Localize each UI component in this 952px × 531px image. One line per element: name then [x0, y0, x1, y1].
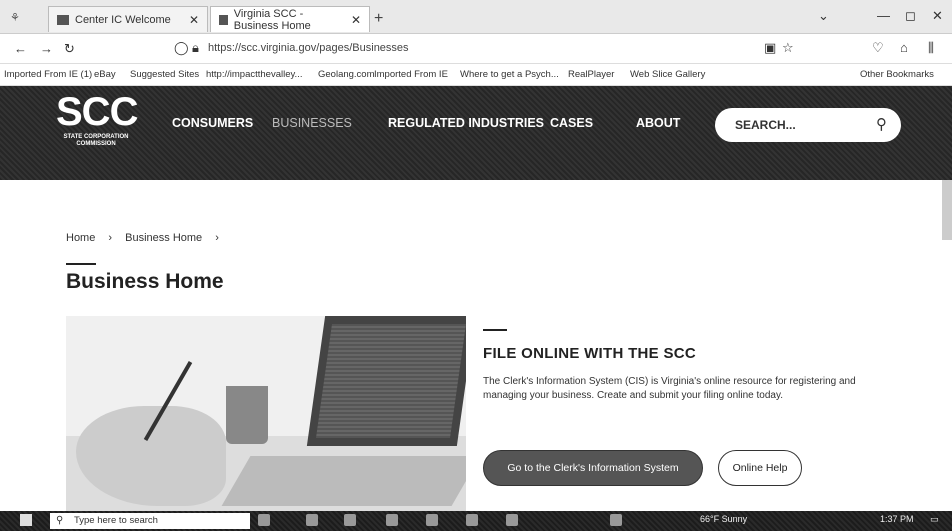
- library-icon[interactable]: ⫼: [928, 40, 934, 56]
- title-divider: [66, 263, 96, 265]
- online-help-button[interactable]: Online Help: [718, 450, 802, 486]
- bookmark-item[interactable]: Where to get a Psych...: [460, 69, 559, 80]
- close-window-icon[interactable]: ✕: [932, 8, 943, 24]
- workspaces-icon[interactable]: ⚘: [10, 11, 24, 24]
- shield-icon[interactable]: ◯: [174, 40, 189, 56]
- section-divider: [483, 329, 507, 331]
- chevron-right-icon: ›: [215, 232, 219, 244]
- reader-view-icon[interactable]: ▣: [764, 40, 776, 56]
- back-arrow-icon[interactable]: ←: [14, 41, 27, 56]
- bookmarks-bar: Imported From IE (1) eBay Suggested Site…: [0, 64, 952, 86]
- nav-cases[interactable]: CASES: [550, 116, 593, 130]
- address-bar: ← → ↻ ◯ 🔒︎ https://scc.virginia.gov/page…: [0, 34, 952, 64]
- bookmark-item[interactable]: Geolang.com: [318, 69, 375, 80]
- logo-sub-text: STATE CORPORATION COMMISSION: [63, 134, 129, 147]
- bookmark-item[interactable]: Suggested Sites: [130, 69, 199, 80]
- pocket-icon[interactable]: ♡: [872, 40, 884, 56]
- laptop-shape: [306, 316, 466, 446]
- tab-favicon-icon: [57, 14, 69, 25]
- site-header: SCC STATE CORPORATION COMMISSION CONSUME…: [0, 86, 952, 180]
- home-icon[interactable]: ⌂: [900, 40, 908, 55]
- close-icon[interactable]: ✕: [343, 13, 361, 27]
- tab-virginia-scc[interactable]: Virginia SCC - Business Home ✕: [210, 6, 370, 32]
- tab-favicon-icon: [219, 14, 228, 25]
- windows-start-icon[interactable]: [20, 514, 32, 526]
- new-tab-icon[interactable]: +: [374, 10, 383, 28]
- breadcrumb: Home › Business Home ›: [66, 232, 229, 244]
- go-to-cis-button[interactable]: Go to the Clerk's Information System: [483, 450, 703, 486]
- keyboard-shape: [221, 456, 466, 506]
- chrome-icon[interactable]: [506, 514, 518, 526]
- maximize-icon[interactable]: ◻: [905, 8, 916, 24]
- breadcrumb-business-home[interactable]: Business Home: [125, 232, 202, 244]
- tab-label: Virginia SCC - Business Home: [233, 7, 311, 32]
- store-icon[interactable]: [386, 514, 398, 526]
- taskbar-search[interactable]: ⚲ Type here to search: [50, 513, 250, 529]
- cup-shape: [226, 386, 268, 444]
- url-field[interactable]: https://scc.virginia.gov/pages/Businesse…: [208, 42, 409, 54]
- app-icon[interactable]: [610, 514, 622, 526]
- search-icon: ⚲: [56, 515, 64, 526]
- bookmark-item[interactable]: Imported From IE: [374, 69, 448, 80]
- breadcrumb-home[interactable]: Home: [66, 232, 95, 244]
- search-input[interactable]: SEARCH...: [735, 118, 796, 132]
- task-view-icon[interactable]: [258, 514, 270, 526]
- section-body: The Clerk's Information System (CIS) is …: [483, 376, 856, 401]
- bookmark-item[interactable]: http://impactthevalley...: [206, 69, 302, 80]
- section-title: FILE ONLINE WITH THE SCC: [483, 345, 697, 362]
- tab-center-ic[interactable]: Center IC Welcome ✕: [48, 6, 208, 32]
- bookmark-item[interactable]: eBay: [94, 69, 116, 80]
- chevron-down-icon[interactable]: ⌄: [818, 8, 829, 24]
- chevron-right-icon: ›: [108, 232, 113, 244]
- page-title: Business Home: [66, 270, 224, 293]
- notification-icon[interactable]: ▭: [930, 514, 939, 525]
- reload-icon[interactable]: ↻: [64, 41, 75, 57]
- browser-tab-bar: ⚘ Center IC Welcome ✕ Virginia SCC - Bus…: [0, 0, 952, 34]
- screen: ⚘ Center IC Welcome ✕ Virginia SCC - Bus…: [0, 0, 952, 531]
- taskbar: ⚲ Type here to search 66°F Sunny 1:37 PM…: [0, 511, 952, 531]
- nav-businesses[interactable]: BUSINESSES: [272, 116, 352, 130]
- close-icon[interactable]: ✕: [181, 13, 199, 27]
- lock-icon[interactable]: 🔒︎: [192, 40, 199, 56]
- page-scrollbar[interactable]: [942, 180, 952, 240]
- nav-about[interactable]: ABOUT: [636, 116, 680, 130]
- clock-time[interactable]: 1:37 PM: [880, 514, 914, 524]
- weather-status[interactable]: 66°F Sunny: [700, 514, 747, 524]
- logo-main-text: SCC: [56, 90, 138, 134]
- tab-label: Center IC Welcome: [75, 13, 171, 26]
- site-search[interactable]: SEARCH... ⚲: [715, 108, 901, 142]
- scc-logo[interactable]: SCC STATE CORPORATION COMMISSION: [56, 90, 138, 148]
- file-explorer-icon[interactable]: [344, 514, 356, 526]
- bookmark-item[interactable]: Imported From IE (1): [4, 69, 92, 80]
- mail-icon[interactable]: [426, 514, 438, 526]
- minimize-icon[interactable]: —: [877, 8, 890, 23]
- hero-image: [66, 316, 466, 516]
- bookmark-item[interactable]: Web Slice Gallery: [630, 69, 705, 80]
- bookmark-item[interactable]: RealPlayer: [568, 69, 614, 80]
- nav-regulated-industries[interactable]: REGULATED INDUSTRIES: [388, 116, 544, 130]
- bookmark-item[interactable]: Other Bookmarks: [860, 69, 934, 80]
- firefox-icon[interactable]: [466, 514, 478, 526]
- nav-consumers[interactable]: CONSUMERS: [172, 116, 253, 130]
- search-icon[interactable]: ⚲: [876, 115, 887, 133]
- edge-icon[interactable]: [306, 514, 318, 526]
- forward-arrow-icon[interactable]: →: [40, 41, 53, 56]
- taskbar-search-input[interactable]: Type here to search: [74, 515, 158, 526]
- bookmark-star-icon[interactable]: ☆: [782, 40, 794, 56]
